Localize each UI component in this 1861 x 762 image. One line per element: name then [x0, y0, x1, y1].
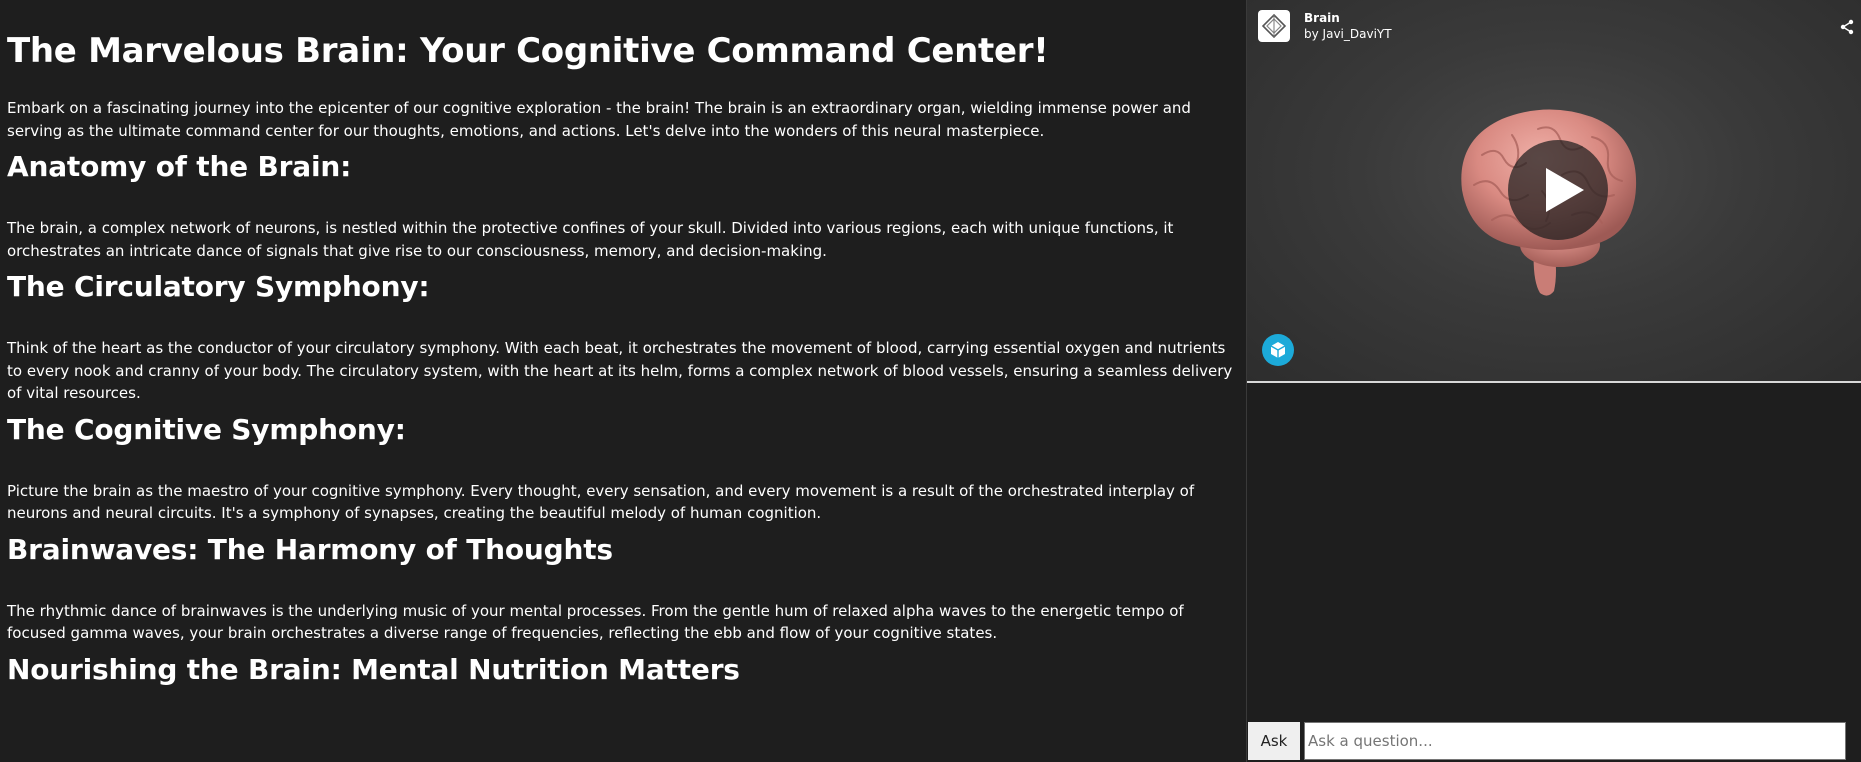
ask-bar: Ask: [1247, 720, 1861, 762]
page: The Marvelous Brain: Your Cognitive Comm…: [0, 0, 1861, 762]
viewer-divider: [1247, 381, 1861, 383]
model-author[interactable]: by Javi_DaviYT: [1304, 27, 1392, 42]
play-button[interactable]: [1508, 140, 1608, 240]
page-title: The Marvelous Brain: Your Cognitive Comm…: [7, 31, 1049, 71]
article: The Marvelous Brain: Your Cognitive Comm…: [0, 0, 1246, 762]
section-body-anatomy: The brain, a complex network of neurons,…: [7, 219, 1174, 260]
model-viewer[interactable]: Brain by Javi_DaviYT: [1247, 0, 1861, 381]
section-body-circulatory: Think of the heart as the conductor of y…: [7, 339, 1233, 402]
sketchfab-badge-icon[interactable]: [1262, 334, 1294, 366]
author-name[interactable]: Javi_DaviYT: [1323, 27, 1392, 41]
section-heading-cognitive: The Cognitive Symphony:: [7, 412, 406, 446]
sketchfab-model-logo-icon[interactable]: [1258, 10, 1290, 42]
section-heading-circulatory: The Circulatory Symphony:: [7, 270, 430, 303]
section-heading-anatomy: Anatomy of the Brain:: [7, 150, 352, 183]
ask-input[interactable]: [1304, 722, 1846, 760]
share-icon[interactable]: [1839, 19, 1855, 35]
intro-paragraph: Embark on a fascinating journey into the…: [7, 99, 1191, 140]
section-body-cognitive: Picture the brain as the maestro of your…: [7, 481, 1195, 523]
section-body-brainwaves: The rhythmic dance of brainwaves is the …: [7, 601, 1184, 643]
section-heading-brainwaves: Brainwaves: The Harmony of Thoughts: [7, 532, 613, 566]
section-heading-nutrition: Nourishing the Brain: Mental Nutrition M…: [7, 652, 740, 686]
play-icon: [1546, 168, 1584, 212]
model-title[interactable]: Brain: [1304, 11, 1340, 26]
right-panel: Brain by Javi_DaviYT Ask Ask a question.…: [1246, 0, 1861, 762]
ask-button[interactable]: Ask: [1248, 722, 1300, 760]
author-prefix: by: [1304, 27, 1319, 41]
